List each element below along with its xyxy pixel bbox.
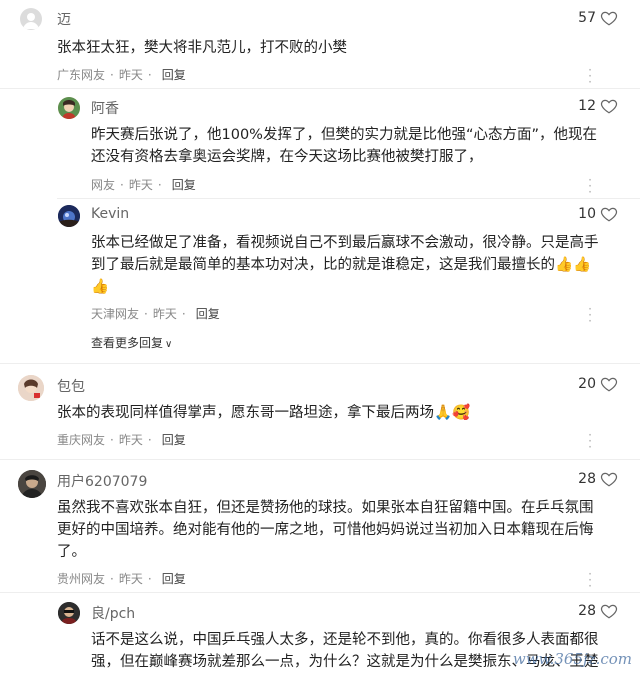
comment-text: 张本的表现同样值得掌声，愿东哥一路坦途，拿下最后两场🙏🥰 [57,405,471,421]
region: 贵州网友 [57,572,106,586]
more-options-icon[interactable]: · · · [588,303,592,327]
region: 广东网友 [57,68,106,82]
comment-meta: 网友 · 昨天 · 回复 [91,178,196,192]
username[interactable]: 用户6207079 [57,471,147,491]
comment-meta: 天津网友 · 昨天 · 回复 [91,307,220,321]
username[interactable]: 迈 [57,9,71,29]
region: 重庆网友 [57,433,106,447]
avatar[interactable] [20,8,42,30]
heart-icon[interactable] [600,97,618,115]
time: 昨天 [152,307,177,321]
heart-icon[interactable] [600,9,618,27]
reply-button[interactable]: 回复 [162,433,186,447]
watermark: www.365jz.com [512,650,632,668]
heart-icon[interactable] [600,470,618,488]
comment-meta: 贵州网友 · 昨天 · 回复 [57,572,186,586]
more-options-icon[interactable]: · · · [588,174,592,198]
username[interactable]: 包包 [57,376,85,396]
avatar[interactable] [18,375,44,401]
username[interactable]: 良/pch [91,603,135,623]
avatar[interactable] [58,97,80,119]
more-options-icon[interactable]: · · · [588,568,592,592]
more-options-icon[interactable]: · · · [588,64,592,88]
reply-button[interactable]: 回复 [162,572,186,586]
divider [0,592,640,593]
comment-text: 张本已经做足了准备，看视频说自己不到最后赢球不会激动，很冷静。只是高手 到了最后… [91,235,599,295]
heart-icon[interactable] [600,375,618,393]
view-more-replies-link[interactable]: 查看更多回复 ∨ [91,334,172,351]
username[interactable]: 阿香 [91,98,119,118]
like-count: 28 [578,603,596,619]
time: 昨天 [118,433,143,447]
region: 网友 [91,178,116,192]
avatar[interactable] [58,205,80,227]
avatar[interactable] [18,470,46,498]
comment-text: 昨天赛后张说了，他100%发挥了，但樊的实力就是比他强“心态方面”，他现在 还没… [91,127,597,165]
heart-icon[interactable] [600,205,618,223]
avatar[interactable] [58,602,80,624]
like-count: 10 [578,206,596,222]
divider [0,88,640,89]
time: 昨天 [128,178,153,192]
divider [0,363,640,364]
region: 天津网友 [91,307,140,321]
username[interactable]: Kevin [91,206,129,222]
time: 昨天 [118,68,143,82]
comment-meta: 重庆网友 · 昨天 · 回复 [57,433,186,447]
time: 昨天 [118,572,143,586]
comment-text: 张本狂太狂，樊大将非凡范儿，打不败的小樊 [57,40,347,56]
divider [0,459,640,460]
like-count: 12 [578,98,596,114]
more-options-icon[interactable]: · · · [588,429,592,453]
reply-button[interactable]: 回复 [172,178,196,192]
reply-button[interactable]: 回复 [196,307,220,321]
chevron-down-icon: ∨ [165,339,173,350]
like-count: 20 [578,376,596,392]
heart-icon[interactable] [600,602,618,620]
like-count: 57 [578,10,596,26]
view-more-label: 查看更多回复 [91,336,164,350]
comment-text: 虽然我不喜欢张本自狂，但还是赞扬他的球技。如果张本自狂留籍中国。在乒乓氛围 更好… [57,500,594,560]
reply-button[interactable]: 回复 [162,68,186,82]
like-count: 28 [578,471,596,487]
comment-meta: 广东网友 · 昨天 · 回复 [57,68,186,82]
divider [57,198,640,199]
